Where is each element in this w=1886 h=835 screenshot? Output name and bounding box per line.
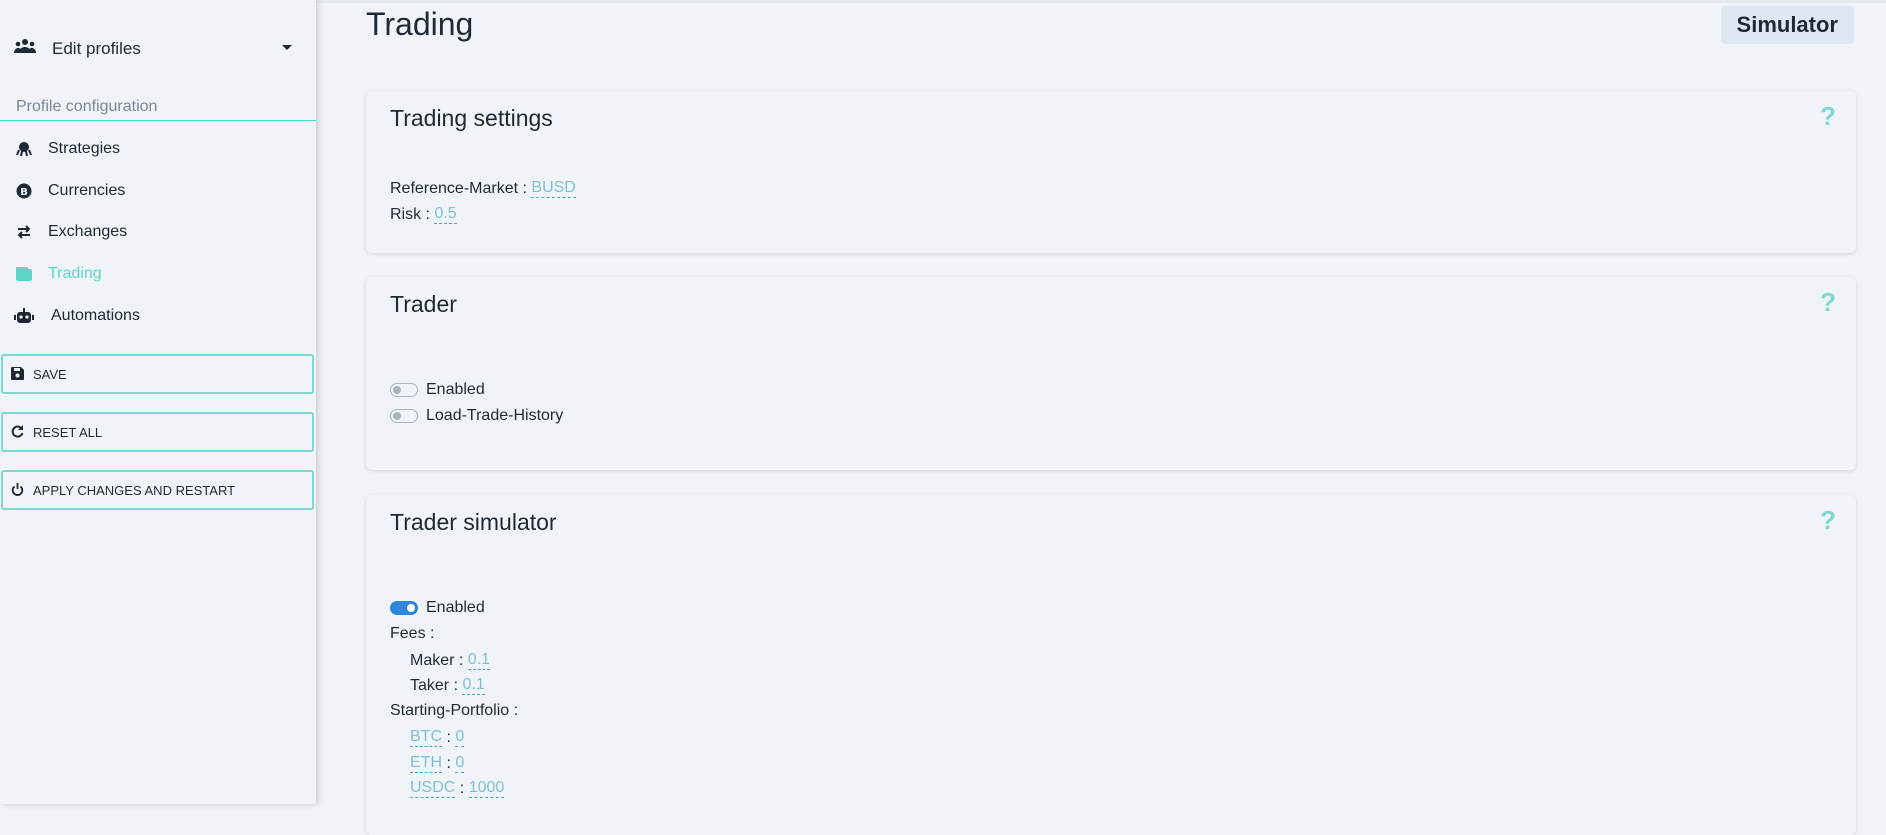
edit-profiles-label: Edit profiles [52,39,141,58]
separator: : [509,702,519,719]
card-title: Trading settings [390,105,553,131]
portfolio-asset[interactable]: ETH [410,754,442,773]
portfolio-amount[interactable]: 1000 [468,779,505,798]
profile-configuration-title: Profile configuration [16,98,158,115]
portfolio-asset[interactable]: USDC [410,779,456,798]
separator: : [442,754,456,772]
sidebar: Edit profiles Profile configuration Stra… [0,0,316,804]
card-title: Trader [390,291,457,317]
sidebar-item-label: Currencies [48,182,126,199]
top-bar [316,0,1886,3]
sidebar-item-label: Automations [51,307,140,324]
apply-changes-label: APPLY CHANGES AND RESTART [33,482,236,498]
portfolio-amount[interactable]: 0 [455,728,465,747]
wallet-icon [14,264,34,284]
separator: : [425,625,435,642]
save-button[interactable]: SAVE [1,354,314,394]
save-button-label: SAVE [33,366,67,382]
sidebar-item-label: Trading [48,265,102,282]
main-content: Trading Simulator Trading settings ? Ref… [316,0,1886,835]
maker-label: Maker [410,651,455,669]
taker-label: Taker [410,676,450,694]
portfolio-row-usdc: USDC : 1000 [410,779,505,798]
portfolio-amount[interactable]: 0 [455,754,465,773]
exchange-arrows-icon [14,222,34,242]
sidebar-item-label: Exchanges [48,223,128,240]
simulator-badge: Simulator [1720,6,1854,44]
starting-portfolio-row: Starting-Portfolio : [390,702,518,720]
reference-market-row: Reference-Market : BUSD [390,179,576,198]
apply-changes-restart-button[interactable]: APPLY CHANGES AND RESTART [1,470,314,510]
refresh-icon [11,425,25,439]
portfolio-row-eth: ETH : 0 [410,754,465,773]
risk-label: Risk [390,205,422,223]
maker-value[interactable]: 0.1 [467,651,491,670]
svg-text:B: B [20,187,28,198]
taker-value[interactable]: 0.1 [462,676,485,695]
maker-row: Maker : 0.1 [410,651,491,670]
trader-enabled-toggle[interactable] [390,383,418,397]
trader-enabled-row: Enabled [390,381,485,399]
separator: : [442,728,456,746]
power-icon [11,483,25,497]
load-trade-history-toggle[interactable] [390,409,418,423]
simulator-enabled-row: Enabled [390,599,485,617]
toggle-label: Enabled [426,599,485,616]
robot-icon [14,306,34,326]
separator: : [518,179,532,197]
divider [0,120,316,121]
sidebar-item-label: Strategies [48,140,121,157]
trading-settings-card: Trading settings ? Reference-Market : BU… [366,91,1856,253]
sidebar-item-trading[interactable]: Trading [14,262,102,286]
portfolio-row-btc: BTC : 0 [410,728,465,747]
reference-market-label: Reference-Market [390,179,519,197]
reset-all-button[interactable]: RESET ALL [1,412,314,452]
sidebar-item-currencies[interactable]: B Currencies [14,179,125,203]
fees-label: Fees [390,625,426,642]
floppy-disk-icon [11,367,25,381]
load-trade-history-row: Load-Trade-History [390,407,563,425]
toggle-knob [393,412,401,420]
simulator-enabled-toggle[interactable] [390,601,418,615]
risk-value[interactable]: 0.5 [434,205,457,224]
toggle-label: Enabled [426,381,485,398]
separator: : [421,205,435,223]
chevron-down-icon [282,45,292,50]
sidebar-item-exchanges[interactable]: Exchanges [14,220,127,244]
sidebar-item-strategies[interactable]: Strategies [14,137,120,161]
portfolio-asset[interactable]: BTC [410,728,442,747]
card-title: Trader simulator [390,509,557,535]
page-title: Trading [366,6,474,42]
separator: : [449,676,463,694]
reference-market-value[interactable]: BUSD [531,179,576,198]
edit-profiles-dropdown[interactable]: Edit profiles [14,34,304,64]
octopus-icon [14,139,34,159]
reset-all-label: RESET ALL [33,424,103,440]
users-icon [14,38,40,60]
fees-row: Fees : [390,625,434,643]
toggle-label: Load-Trade-History [426,407,564,424]
help-icon[interactable]: ? [1820,505,1836,536]
separator: : [455,779,469,797]
trader-card: Trader ? Enabled Load-Trade-History [366,277,1856,470]
sidebar-item-automations[interactable]: Automations [14,304,140,328]
toggle-knob [393,386,401,394]
help-icon[interactable]: ? [1820,101,1836,132]
trader-simulator-card: Trader simulator ? Enabled Fees : Maker … [366,495,1856,835]
starting-portfolio-label: Starting-Portfolio [390,702,510,719]
bitcoin-icon: B [14,181,34,201]
risk-row: Risk : 0.5 [390,205,457,224]
toggle-knob [407,604,415,612]
separator: : [454,651,468,669]
taker-row: Taker : 0.1 [410,676,485,695]
help-icon[interactable]: ? [1820,287,1836,318]
